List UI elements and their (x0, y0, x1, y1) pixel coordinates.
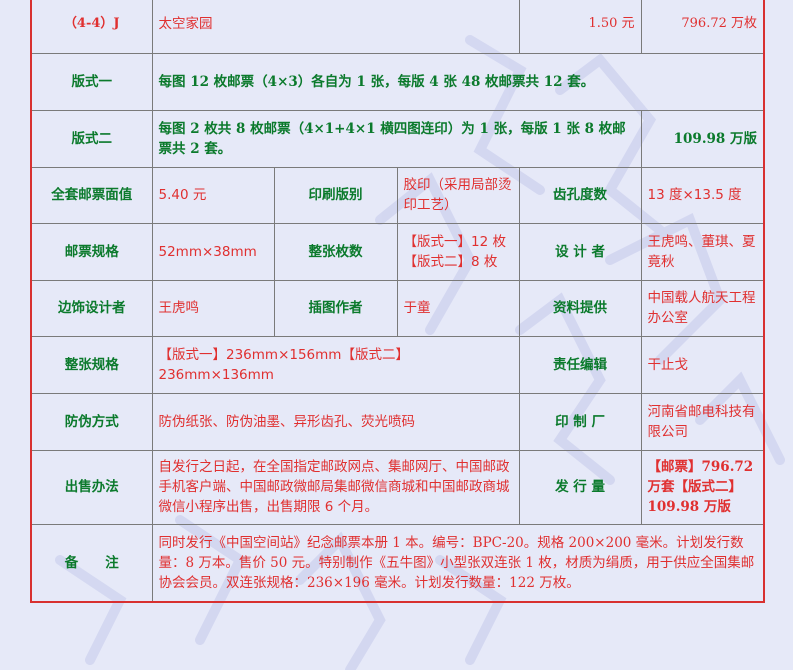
format2-quantity: 109.98 万版 (640, 109, 765, 168)
sheet-size-label: 整张规格 (30, 335, 153, 394)
illustrator-value: 于童 (396, 279, 520, 337)
note-value: 同时发行《中国空间站》纪念邮票本册 1 本。编号：BPC-20。规格 200×2… (151, 523, 765, 603)
border-designer-label: 边饰设计者 (30, 279, 153, 337)
issue-label: 发 行 量 (518, 449, 642, 525)
sale-value: 自发行之日起，在全国指定邮政网点、集邮网厅、中国邮政手机客户端、中国邮政微邮局集… (151, 449, 520, 525)
printer-label: 印 制 厂 (518, 392, 642, 451)
spec-value: 52mm×38mm (151, 222, 275, 281)
sale-label: 出售办法 (30, 449, 153, 525)
stamp-row: （4-4）J 太空家园 1.50 元 796.72 万枚 (30, 0, 765, 54)
illustrator-label: 插图作者 (273, 279, 398, 337)
security-value: 防伪纸张、防伪油墨、异形齿孔、荧光喷码 (151, 392, 520, 451)
sheet-count-label: 整张枚数 (273, 222, 398, 281)
designer-value: 王虎鸣、董琪、夏竟秋 (640, 222, 765, 281)
source-value: 中国载人航天工程办公室 (640, 279, 765, 337)
format2-label: 版式二 (30, 109, 153, 168)
sale-row: 出售办法 自发行之日起，在全国指定邮政网点、集邮网厅、中国邮政手机客户端、中国邮… (30, 449, 765, 525)
security-row: 防伪方式 防伪纸张、防伪油墨、异形齿孔、荧光喷码 印 制 厂 河南省邮电科技有限… (30, 392, 765, 451)
face-value-row: 全套邮票面值 5.40 元 印刷版别 胶印（采用局部烫印工艺） 齿孔度数 13 … (30, 166, 765, 224)
security-label: 防伪方式 (30, 392, 153, 451)
editor-label: 责任编辑 (518, 335, 642, 394)
sheet-size-row: 整张规格 【版式一】236mm×156mm【版式二】236mm×136mm 责任… (30, 335, 765, 394)
spec-row: 邮票规格 52mm×38mm 整张枚数 【版式一】12 枚 【版式二】8 枚 设… (30, 222, 765, 281)
editor-value: 干止戈 (640, 335, 765, 394)
face-value-label: 全套邮票面值 (30, 166, 153, 224)
sheet-size-value: 【版式一】236mm×156mm【版式二】236mm×136mm (151, 335, 520, 394)
issue-value: 【邮票】796.72 万套【版式二】109.98 万版 (640, 449, 765, 525)
format1-row: 版式一 每图 12 枚邮票（4×3）各自为 1 张，每版 4 张 48 枚邮票共… (30, 52, 765, 111)
sheet-count-format2: 【版式二】8 枚 (403, 253, 498, 270)
format2-desc: 每图 2 枚共 8 枚邮票（4×1+4×1 横四图连印）为 1 张，每版 1 张… (151, 109, 642, 168)
sheet-count-format1: 【版式一】12 枚 (403, 233, 506, 250)
spec-label: 邮票规格 (30, 222, 153, 281)
stamp-quantity: 796.72 万枚 (640, 0, 765, 54)
face-value-value: 5.40 元 (151, 166, 275, 224)
perforation-label: 齿孔度数 (518, 166, 642, 224)
format1-label: 版式一 (30, 52, 153, 111)
border-designer-row: 边饰设计者 王虎鸣 插图作者 于童 资料提供 中国载人航天工程办公室 (30, 279, 765, 337)
stamp-face-value: 1.50 元 (518, 0, 642, 54)
note-label: 备 注 (30, 523, 153, 603)
sheet-count-value: 【版式一】12 枚 【版式二】8 枚 (396, 222, 520, 281)
note-row: 备 注 同时发行《中国空间站》纪念邮票本册 1 本。编号：BPC-20。规格 2… (30, 523, 765, 603)
format1-desc: 每图 12 枚邮票（4×3）各自为 1 张，每版 4 张 48 枚邮票共 12 … (151, 52, 765, 111)
print-type-label: 印刷版别 (273, 166, 398, 224)
designer-label: 设 计 者 (518, 222, 642, 281)
stamp-info-table: （4-4）J 太空家园 1.50 元 796.72 万枚 版式一 每图 12 枚… (30, 0, 766, 603)
source-label: 资料提供 (518, 279, 642, 337)
print-type-value: 胶印（采用局部烫印工艺） (396, 166, 520, 224)
perforation-value: 13 度×13.5 度 (640, 166, 765, 224)
printer-value: 河南省邮电科技有限公司 (640, 392, 765, 451)
stamp-name: 太空家园 (151, 0, 520, 54)
border-designer-value: 王虎鸣 (151, 279, 275, 337)
format2-row: 版式二 每图 2 枚共 8 枚邮票（4×1+4×1 横四图连印）为 1 张，每版… (30, 109, 765, 168)
stamp-code: （4-4）J (30, 0, 153, 54)
